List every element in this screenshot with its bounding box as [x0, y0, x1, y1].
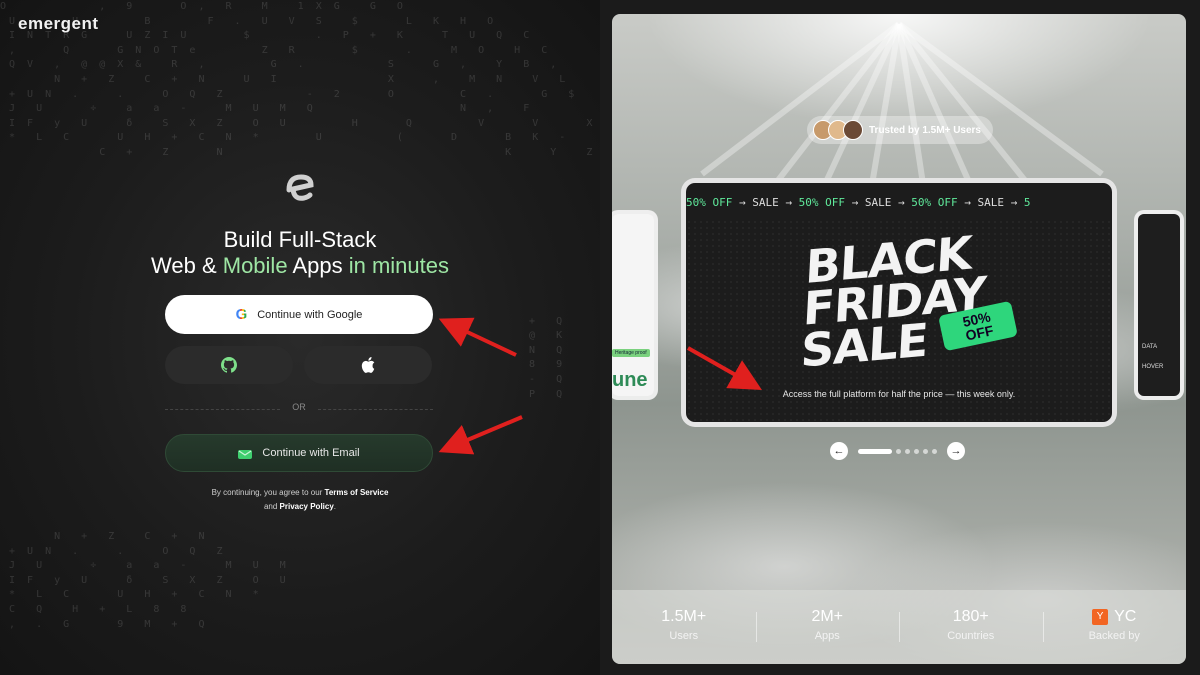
apple-icon	[361, 357, 375, 373]
ticker-off: 50% OFF	[686, 196, 739, 209]
google-button-label: Continue with Google	[257, 308, 363, 321]
brand-logo: emergent	[18, 14, 99, 33]
continue-with-email-button[interactable]: Continue with Email	[165, 434, 433, 472]
ticker-sale: SALE	[864, 196, 898, 209]
ticker-arrow: →	[1010, 196, 1024, 209]
title-apps-text: Apps	[287, 253, 343, 278]
ticker-off: 50% OFF	[798, 196, 852, 209]
side-tag: Heritage proof	[612, 349, 650, 357]
arrow-right-icon[interactable]: →	[947, 442, 965, 460]
ticker-arrow: →	[738, 196, 753, 209]
next-slide-preview[interactable]: DATA HOVER	[1134, 210, 1184, 400]
ticker-arrow: →	[785, 196, 799, 209]
mail-icon	[238, 449, 253, 459]
promo-panel: Trusted by 1.5M+ Users Heritage proof un…	[612, 14, 1186, 664]
github-icon	[221, 357, 237, 373]
stat-apps: 2M+ Apps	[755, 590, 900, 664]
terms-of-service-link[interactable]: Terms of Service	[325, 488, 389, 497]
page-title: Build Full-Stack Web & Mobile Apps in mi…	[0, 227, 600, 279]
ticker-sale: SALE	[977, 196, 1011, 209]
stat-backed-by: Y YC Backed by	[1042, 590, 1187, 664]
slide-preview-content: Heritage proof une	[612, 214, 654, 396]
stat-value: 2M+	[811, 608, 844, 625]
yc-logo-icon: Y	[1092, 609, 1109, 625]
carousel-dot[interactable]	[923, 448, 928, 454]
stat-countries: 180+ Countries	[899, 590, 1043, 664]
previous-slide-preview[interactable]: Heritage proof une	[612, 210, 658, 400]
terms-prefix: By continuing, you agree to our	[211, 488, 325, 497]
yc-text: YC	[1114, 608, 1137, 625]
stats-bar: 1.5M+ Users 2M+ Apps 180+ Countries Y YC …	[612, 590, 1186, 664]
arrow-left-icon[interactable]: ←	[830, 442, 848, 460]
continue-with-github-button[interactable]	[165, 346, 293, 384]
title-web-text: Web &	[151, 253, 223, 278]
title-line-2: Web & Mobile Apps in minutes	[0, 253, 600, 279]
ticker-arrow: →	[964, 196, 978, 209]
terms-text: By continuing, you agree to our Terms of…	[0, 486, 600, 514]
avatar-group	[813, 120, 863, 140]
avatar	[843, 120, 863, 140]
stat-label: Apps	[814, 630, 840, 642]
matrix-background-bottom: N + Z C + N + U N . . O Q Z J U ÷ a a - …	[9, 531, 289, 630]
slide-preview-content: DATA HOVER	[1138, 214, 1180, 396]
title-minutes-text: in minutes	[342, 253, 449, 278]
divider-line-right	[318, 409, 433, 410]
title-line-1: Build Full-Stack	[223, 227, 377, 252]
stat-label: Users	[669, 630, 699, 642]
or-label: OR	[292, 402, 306, 412]
ticker-arrow: →	[897, 196, 912, 209]
privacy-policy-link[interactable]: Privacy Policy	[280, 502, 334, 511]
trusted-label: Trusted by 1.5M+ Users	[869, 124, 981, 136]
promo-description: Access the full platform for half the pr…	[782, 389, 1016, 399]
matrix-background-right: + Q @ K N Q 8 9 - Q P Q	[529, 315, 566, 400]
carousel-dot[interactable]	[914, 448, 919, 454]
title-mobile-text: Mobile	[222, 253, 288, 278]
stat-label: Backed by	[1088, 630, 1140, 642]
carousel-dot[interactable]	[905, 448, 910, 454]
side-hover-label: HOVER	[1142, 364, 1164, 370]
carousel-dots	[848, 448, 937, 454]
side-text: une	[612, 369, 648, 391]
stat-value: Y YC	[1043, 608, 1187, 626]
terms-suffix: .	[333, 502, 337, 511]
google-icon: G	[235, 306, 248, 323]
stat-value: 180+	[952, 608, 989, 625]
or-divider: OR	[165, 402, 433, 416]
stat-value: 1.5M+	[661, 608, 707, 625]
ticker-off: 50% OFF	[911, 196, 965, 209]
auth-panel: O , 9 O , R M 1 X G G O U U , B F . U V …	[0, 0, 600, 675]
ticker-sale: SALE	[752, 196, 786, 209]
stat-label: Countries	[947, 630, 995, 642]
stat-users: 1.5M+ Users	[612, 590, 756, 664]
ticker-off: 5	[1023, 196, 1031, 209]
emergent-logo-icon	[286, 174, 314, 201]
ticker-arrow: →	[851, 196, 865, 209]
black-friday-sale-title: BLACK FRIDAY SALE	[800, 226, 989, 378]
black-friday-slide: 50% OFF → SALE → 50% OFF → SALE → 50% OF…	[681, 178, 1117, 427]
carousel-dot[interactable]	[858, 448, 892, 454]
continue-with-google-button[interactable]: G Continue with Google	[165, 295, 433, 334]
continue-with-apple-button[interactable]	[304, 346, 432, 384]
sale-ticker: 50% OFF → SALE → 50% OFF → SALE → 50% OF…	[686, 196, 1112, 209]
trusted-by-badge: Trusted by 1.5M+ Users	[807, 116, 993, 144]
carousel-dot[interactable]	[896, 448, 901, 454]
side-data-label: DATA	[1142, 344, 1158, 350]
carousel-controls: ← →	[830, 442, 965, 460]
terms-and: and	[263, 502, 280, 511]
carousel-dot[interactable]	[932, 448, 937, 454]
email-button-label: Continue with Email	[262, 447, 360, 459]
